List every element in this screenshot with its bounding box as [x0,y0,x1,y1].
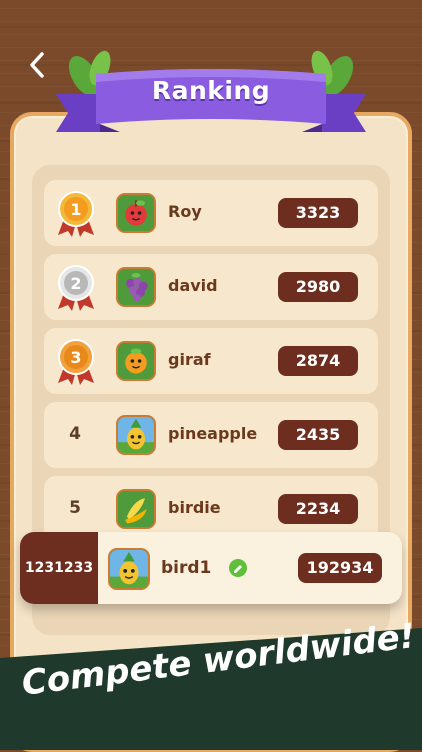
player-name: birdie [168,498,221,517]
current-user-name: bird1 [161,558,212,578]
rank-number: 5 [69,498,81,518]
pencil-icon [233,564,242,573]
player-name: Roy [168,202,202,221]
rank-number-3: 3 [70,348,81,367]
ranking-row-4[interactable]: 4 pineapple 2435 [44,402,378,468]
edit-name-button[interactable] [229,559,247,577]
page-title: Ranking [151,76,271,105]
player-name: giraf [168,350,211,369]
ranking-row-1[interactable]: 1 Roy 3323 [44,180,378,246]
current-user-avatar [108,548,150,590]
player-score: 2874 [278,346,358,376]
player-score: 2435 [278,420,358,450]
ranking-row-2[interactable]: 2 david 2980 [44,254,378,320]
rank-number: 4 [69,424,81,444]
rank-number-2: 2 [70,274,81,293]
gold-medal-icon: 1 [58,191,94,237]
avatar-orange [116,341,156,381]
avatar-banana [116,489,156,529]
chevron-left-icon [30,52,44,78]
player-name: pineapple [168,424,258,443]
current-user-rank: 1231233 [20,532,98,604]
rank-number-1: 1 [70,200,81,219]
current-user-row[interactable]: 1231233 bird1 192934 [20,532,402,604]
player-score: 2980 [278,272,358,302]
silver-medal-icon: 2 [58,265,94,311]
pineapple-icon [110,550,148,588]
bronze-medal-icon: 3 [58,339,94,385]
player-score: 2234 [278,494,358,524]
apple-icon [118,195,154,231]
avatar-grapes [116,267,156,307]
avatar-apple [116,193,156,233]
current-user-score: 192934 [298,553,382,583]
orange-icon [118,343,154,379]
pineapple-icon [118,417,154,453]
ranking-row-3[interactable]: 3 giraf 2874 [44,328,378,394]
avatar-pineapple [116,415,156,455]
banana-icon [118,491,154,527]
grapes-icon [118,269,154,305]
player-name: david [168,276,218,295]
player-score: 3323 [278,198,358,228]
